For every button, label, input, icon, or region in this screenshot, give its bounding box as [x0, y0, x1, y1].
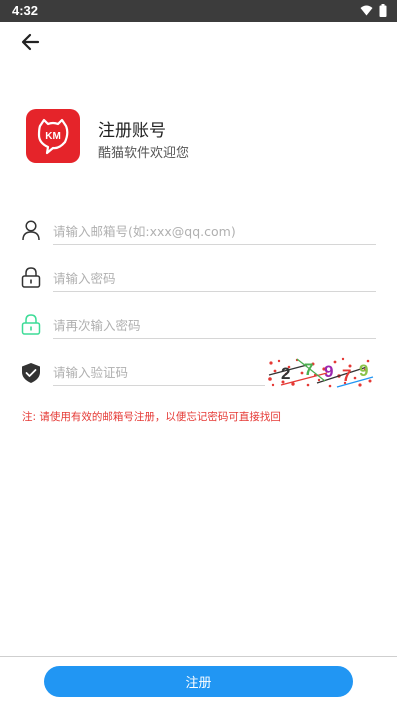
- status-icons: [360, 4, 387, 17]
- password-input[interactable]: [53, 266, 376, 290]
- password-confirm-input[interactable]: [53, 313, 376, 337]
- email-input[interactable]: [53, 219, 376, 243]
- footer-divider: [0, 656, 397, 657]
- captcha-input[interactable]: [53, 360, 265, 384]
- lock-icon: [21, 267, 41, 288]
- user-icon: [22, 220, 40, 241]
- status-time: 4:32: [12, 3, 39, 18]
- email-field[interactable]: [53, 219, 376, 245]
- lock-confirm-icon: [21, 314, 41, 335]
- captcha-char-5: 9: [359, 361, 368, 380]
- register-button[interactable]: 注册: [44, 666, 353, 697]
- registration-note: 注: 请使用有效的邮箱号注册，以便忘记密码可直接找回: [22, 411, 281, 423]
- cat-logo-icon: KM: [37, 118, 69, 155]
- app-title: 注册账号: [98, 121, 166, 141]
- wifi-icon: [360, 5, 373, 16]
- password-field[interactable]: [53, 266, 376, 292]
- app-logo: KM: [26, 109, 80, 163]
- captcha-char-1: 2: [281, 364, 290, 383]
- svg-text:KM: KM: [45, 131, 61, 142]
- app-subtitle: 酷猫软件欢迎您: [98, 146, 190, 161]
- password-confirm-field[interactable]: [53, 313, 376, 339]
- back-arrow-icon[interactable]: [18, 29, 44, 55]
- shield-check-icon: [22, 363, 40, 383]
- captcha-char-3: 9: [324, 362, 333, 381]
- captcha-field[interactable]: [53, 360, 265, 386]
- status-bar: 4:32: [0, 0, 397, 22]
- captcha-image[interactable]: 2 7 9 7 9: [267, 355, 375, 389]
- captcha-char-2: 7: [304, 360, 313, 379]
- battery-icon: [379, 4, 387, 17]
- captcha-char-4: 7: [342, 366, 351, 385]
